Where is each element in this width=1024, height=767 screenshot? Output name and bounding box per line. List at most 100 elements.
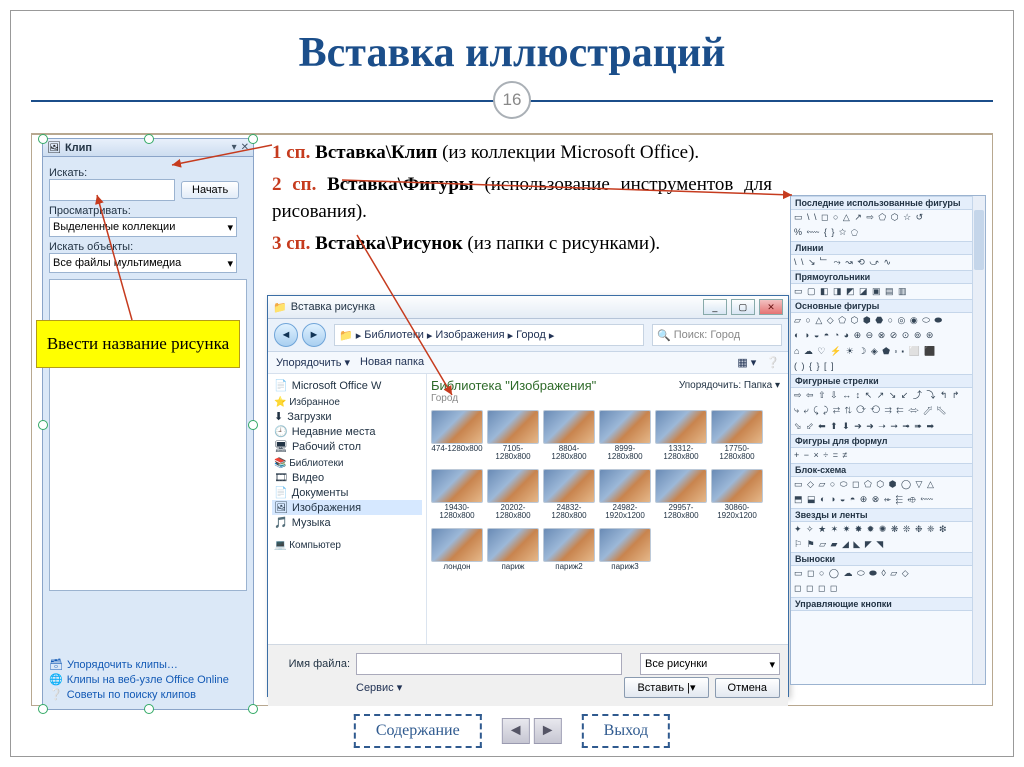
minimize-button[interactable]: _ bbox=[703, 299, 727, 315]
shapes-row[interactable]: ✦ ✧ ★ ✶ ✷ ✸ ✹ ✺ ❋ ❊ ❉ ❈ ❇ bbox=[791, 522, 985, 537]
types-combo[interactable]: Все файлы мультимедиа▾ bbox=[49, 253, 237, 273]
file-thumb[interactable]: париж2 bbox=[543, 528, 595, 583]
file-thumb[interactable]: париж3 bbox=[599, 528, 651, 583]
shapes-row[interactable]: ▭ ▢ ◧ ◨ ◩ ◪ ▣ ▤ ▥ bbox=[791, 284, 985, 299]
thumb-image bbox=[711, 410, 763, 444]
resize-handle[interactable] bbox=[248, 704, 258, 714]
link-text: Клипы на веб-узле Office Online bbox=[67, 674, 229, 686]
thumb-image bbox=[487, 469, 539, 503]
shapes-row[interactable]: ⬒ ⬓ ◐ ◑ ◒ ◓ ⊕ ⊗ ⬰ ⬱ ⬲ ⬳ bbox=[791, 492, 985, 507]
cat-formula: Фигуры для формул bbox=[791, 434, 985, 448]
sort-by[interactable]: Упорядочить: Папка ▾ bbox=[679, 380, 780, 391]
organize-menu[interactable]: Упорядочить ▾ bbox=[276, 356, 350, 369]
sidebar-video[interactable]: 🎞Видео bbox=[272, 470, 422, 485]
resize-handle[interactable] bbox=[144, 704, 154, 714]
back-button[interactable]: ◄ bbox=[274, 323, 298, 347]
office-online-link[interactable]: 🌐Клипы на веб-узле Office Online bbox=[49, 673, 247, 686]
dialog-search[interactable]: 🔍 Поиск: Город bbox=[652, 324, 782, 346]
filename-field[interactable] bbox=[356, 653, 622, 675]
shapes-row[interactable]: % ⬳ { } ☆ ⬠ bbox=[791, 225, 985, 240]
resize-handle[interactable] bbox=[38, 134, 48, 144]
help-button[interactable]: ❔ bbox=[766, 356, 780, 369]
shapes-row[interactable]: + − × ÷ = ≠ bbox=[791, 448, 985, 463]
pane-dropdown-icon[interactable]: ▾ bbox=[232, 142, 237, 153]
shapes-row[interactable]: ▱ ○ △ ◇ ⬠ ⬡ ⬢ ⬣ ○ ◎ ◉ ⬭ ⬬ bbox=[791, 313, 985, 328]
thumb-caption: 474-1280x800 bbox=[431, 445, 483, 465]
crumb-2[interactable]: Город bbox=[516, 329, 546, 341]
crumb-1[interactable]: Изображения bbox=[435, 329, 504, 341]
resize-handle[interactable] bbox=[144, 134, 154, 144]
exit-button[interactable]: Выход bbox=[582, 714, 671, 748]
sidebar-desktop[interactable]: 🖥Рабочий стол bbox=[272, 439, 422, 454]
contents-button[interactable]: Содержание bbox=[354, 714, 482, 748]
search-input[interactable] bbox=[49, 179, 175, 201]
thumb-image bbox=[431, 528, 483, 562]
tools-menu[interactable]: Сервис ▾ bbox=[356, 681, 402, 694]
resize-handle[interactable] bbox=[38, 704, 48, 714]
sidebar: 📄Microsoft Office W ⭐ Избранное ⬇Загрузк… bbox=[268, 374, 427, 644]
file-thumb[interactable]: 17750-1280x800 bbox=[711, 410, 763, 465]
bold-2: Вставка\Фигуры bbox=[327, 174, 474, 195]
sidebar-docs[interactable]: 📄Документы bbox=[272, 485, 422, 500]
shapes-row[interactable]: ◻ ◻ ◻ ◻ bbox=[791, 581, 985, 596]
search-tips-link[interactable]: ❔Советы по поиску клипов bbox=[49, 688, 247, 701]
sidebar-pictures[interactable]: 🖼Изображения bbox=[272, 500, 422, 515]
sidebar-recent[interactable]: 🕘Недавние места bbox=[272, 424, 422, 439]
cancel-button[interactable]: Отмена bbox=[715, 678, 780, 698]
forward-button[interactable]: ► bbox=[302, 323, 326, 347]
shapes-row[interactable]: ⚐ ⚑ ▱ ▰ ◢ ◣ ◤ ◥ bbox=[791, 537, 985, 552]
file-thumb[interactable]: 19430-1280x800 bbox=[431, 469, 483, 524]
prev-slide-button[interactable]: ◄ bbox=[502, 718, 530, 744]
file-thumb[interactable]: 30860-1920x1200 bbox=[711, 469, 763, 524]
new-folder-button[interactable]: Новая папка bbox=[360, 356, 424, 369]
file-thumb[interactable]: 474-1280x800 bbox=[431, 410, 483, 465]
file-thumb[interactable]: 24832-1280x800 bbox=[543, 469, 595, 524]
next-slide-button[interactable]: ► bbox=[534, 718, 562, 744]
num-2: 2 сп. bbox=[272, 174, 316, 195]
shapes-row[interactable]: ▭ \ \ ◻ ○ △ ↗ ⇨ ⬠ ⬡ ☆ ↺ bbox=[791, 210, 985, 225]
pane-close-icon[interactable]: ✕ bbox=[241, 142, 249, 153]
shapes-row[interactable]: ◐ ◑ ◒ ◓ ◔ ◕ ⊕ ⊖ ⊗ ⊘ ⊙ ⊚ ⊛ bbox=[791, 328, 985, 343]
maximize-button[interactable]: ▢ bbox=[731, 299, 755, 315]
view-mode-button[interactable]: ▦ ▾ bbox=[737, 356, 756, 369]
shapes-row[interactable]: ▭ ◻ ○ ◯ ☁ ⬭ ⬬ ◊ ▱ ◇ bbox=[791, 566, 985, 581]
file-thumb[interactable]: лондон bbox=[431, 528, 483, 583]
sidebar-ms-office[interactable]: 📄Microsoft Office W bbox=[272, 378, 422, 393]
resize-handle[interactable] bbox=[38, 420, 48, 430]
scrollbar-thumb[interactable] bbox=[974, 210, 984, 270]
file-thumb[interactable]: 7105-1280x800 bbox=[487, 410, 539, 465]
shapes-row[interactable]: ▭ ◇ ▱ ○ ⬭ ◻ ⬠ ⬡ ⬢ ◯ ▽ △ bbox=[791, 477, 985, 492]
scrollbar[interactable] bbox=[972, 196, 985, 684]
thumb-caption: 24832-1280x800 bbox=[543, 504, 595, 524]
close-button[interactable]: ✕ bbox=[759, 299, 783, 315]
sidebar-music[interactable]: 🎵Музыка bbox=[272, 515, 422, 530]
shapes-row[interactable]: ( ) { } [ ] bbox=[791, 359, 985, 374]
file-thumb[interactable]: 8804-1280x800 bbox=[543, 410, 595, 465]
file-thumb[interactable]: 8999-1280x800 bbox=[599, 410, 651, 465]
insert-picture-dialog: 📁 Вставка рисунка _ ▢ ✕ ◄ ► 📁 ▸ Библиоте… bbox=[267, 295, 789, 697]
crumb-0[interactable]: Библиотеки bbox=[364, 329, 424, 341]
file-thumb[interactable]: париж bbox=[487, 528, 539, 583]
file-thumb[interactable]: 29957-1280x800 bbox=[655, 469, 707, 524]
file-thumb[interactable]: 13312-1280x800 bbox=[655, 410, 707, 465]
breadcrumb[interactable]: 📁 ▸ Библиотеки▸ Изображения▸ Город▸ bbox=[334, 324, 644, 346]
label: Документы bbox=[292, 487, 349, 499]
sidebar-downloads[interactable]: ⬇Загрузки bbox=[272, 409, 422, 424]
computer-group[interactable]: 💻 Компьютер bbox=[274, 540, 422, 551]
organize-clips-link[interactable]: 🗃Упорядочить клипы… bbox=[49, 658, 247, 671]
file-thumb[interactable]: 20202-1280x800 bbox=[487, 469, 539, 524]
shapes-row[interactable]: ⤷ ⤶ ⤹ ⤸ ⇄ ⇅ ⟳ ⟲ ⇉ ⇇ ⬄ ⬀ ⬁ bbox=[791, 403, 985, 418]
start-button[interactable]: Начать bbox=[181, 181, 239, 199]
link-text: Упорядочить клипы… bbox=[67, 659, 178, 671]
resize-handle[interactable] bbox=[248, 134, 258, 144]
cat-controls: Управляющие кнопки bbox=[791, 597, 985, 611]
shapes-row[interactable]: \ \ ↘ ﹂ ⤳ ↝ ⟲ ⤻ ∿ bbox=[791, 255, 985, 270]
shapes-row[interactable]: ⌂ ☁ ♡ ⚡ ☀ ☽ ◈ ⬟ ⬞ ⬝ ⬜ ⬛ bbox=[791, 344, 985, 359]
resize-handle[interactable] bbox=[248, 420, 258, 430]
shapes-row[interactable]: ⇨ ⇦ ⇧ ⇩ ↔ ↕ ↖ ↗ ↘ ↙ ⤴ ⤵ ↰ ↱ bbox=[791, 388, 985, 403]
insert-button[interactable]: Вставить |▾ bbox=[624, 677, 708, 698]
browse-combo[interactable]: Выделенные коллекции▾ bbox=[49, 217, 237, 237]
shapes-row[interactable]: ⬂ ⬃ ⬅ ⬆ ⬇ ➔ ➜ ➝ ➞ ➟ ➠ ➡ bbox=[791, 419, 985, 434]
file-thumb[interactable]: 24982-1920x1200 bbox=[599, 469, 651, 524]
filter-select[interactable]: Все рисунки▾ bbox=[640, 653, 780, 675]
